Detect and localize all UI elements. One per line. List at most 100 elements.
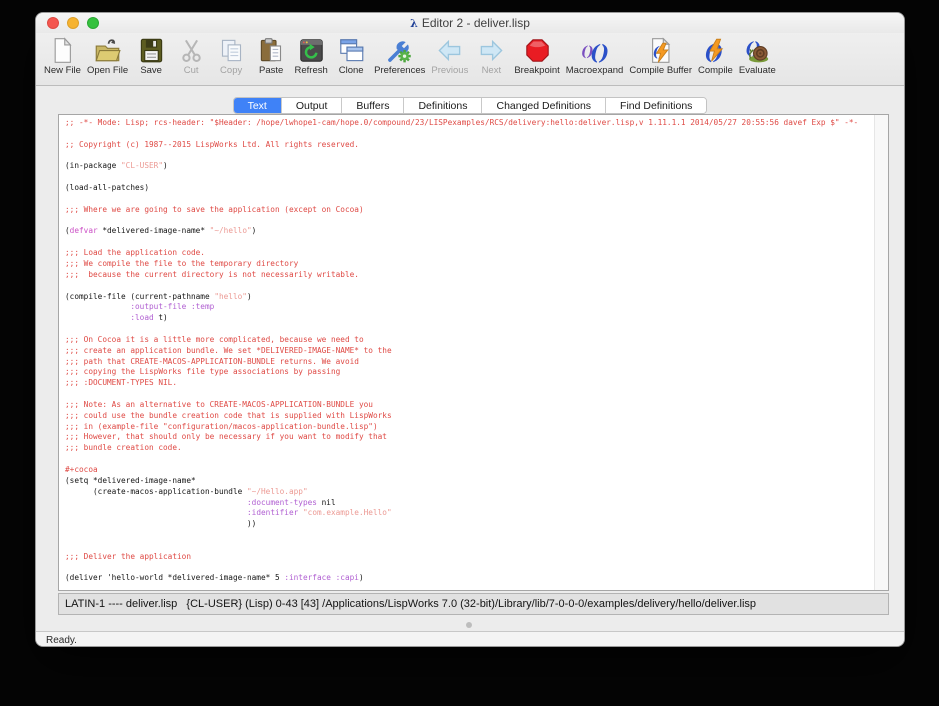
code-line: :load t) bbox=[65, 313, 168, 323]
tab-changed-definitions[interactable]: Changed Definitions bbox=[482, 98, 607, 113]
toolbar-button-label: Copy bbox=[220, 65, 243, 76]
toolbar-button-paste[interactable]: Paste bbox=[254, 37, 288, 76]
code-line: ;;; Note: As an alternative to CREATE-MA… bbox=[65, 399, 373, 409]
toolbar-button-clone[interactable]: Clone bbox=[334, 37, 368, 76]
toolbar-button-label: Cut bbox=[183, 65, 199, 76]
toolbar-button-new-file[interactable]: New File bbox=[44, 37, 81, 76]
code-line: (defvar *delivered-image-name* "~/hello"… bbox=[65, 226, 257, 236]
toolbar-button-breakpoint[interactable]: Breakpoint bbox=[514, 37, 560, 76]
code-line: ;;; because the current directory is not… bbox=[65, 269, 359, 279]
tab-segmented-control: Text Output Buffers Definitions Changed Defi… bbox=[232, 97, 708, 114]
toolbar-button-compile-buffer[interactable]: ()Compile Buffer bbox=[629, 37, 692, 76]
compile-buffer-icon: () bbox=[647, 37, 674, 64]
toolbar-button-evaluate[interactable]: () Evaluate bbox=[739, 37, 776, 76]
toolbar-button-open-file[interactable]: Open File bbox=[87, 37, 128, 76]
toolbar-button-cut: Cut bbox=[174, 37, 208, 76]
toolbar-button-label: Open File bbox=[86, 65, 129, 76]
toolbar: New File Open File Save Cut Copy Paste Refresh… bbox=[36, 33, 904, 86]
toolbar-button-label: Clone bbox=[338, 65, 364, 76]
clone-icon bbox=[338, 37, 365, 64]
tab-definitions[interactable]: Definitions bbox=[404, 98, 483, 113]
toolbar-button-label: Save bbox=[140, 65, 162, 76]
minimize-button[interactable] bbox=[67, 17, 79, 29]
next-icon bbox=[478, 37, 505, 64]
toolbar-button-label: Macroexpand bbox=[565, 65, 624, 76]
status-bar: LATIN-1 ---- deliver.lisp {CL-USER} (Lis… bbox=[58, 593, 889, 615]
toolbar-button-label: Previous bbox=[431, 65, 469, 76]
new-file-icon bbox=[49, 37, 76, 64]
editor-window: λ Editor 2 - deliver.lisp New File Open F… bbox=[35, 12, 905, 647]
lambda-icon: λ bbox=[410, 16, 418, 30]
code-line: (compile-file (current-pathname "hello") bbox=[65, 291, 252, 301]
toolbar-button-label: Evaluate bbox=[738, 65, 776, 76]
open-file-icon bbox=[94, 37, 121, 64]
code-line: ;;; We compile the file to the temporary… bbox=[65, 258, 299, 268]
toolbar-button-refresh[interactable]: Refresh bbox=[294, 37, 328, 76]
code-line: ;;; bundle creation code. bbox=[65, 443, 182, 453]
code-line: (load-all-patches) bbox=[65, 183, 149, 193]
toolbar-button-label: Next bbox=[481, 65, 502, 76]
save-icon bbox=[138, 37, 165, 64]
evaluate-icon: () bbox=[744, 37, 771, 64]
toolbar-button-save[interactable]: Save bbox=[134, 37, 168, 76]
refresh-icon bbox=[298, 37, 325, 64]
code-line: ;;; On Cocoa it is a little more complic… bbox=[65, 334, 364, 344]
compile-icon: () bbox=[702, 37, 729, 64]
vertical-scrollbar[interactable] bbox=[874, 115, 888, 590]
code-line: ;;; copying the LispWorks file type asso… bbox=[65, 367, 341, 377]
toolbar-button-copy: Copy bbox=[214, 37, 248, 76]
copy-icon bbox=[218, 37, 245, 64]
previous-icon bbox=[436, 37, 463, 64]
toolbar-button-macroexpand[interactable]: ()() Macroexpand bbox=[565, 37, 624, 77]
toolbar-button-next: Next bbox=[474, 37, 508, 76]
code-line: (in-package "CL-USER") bbox=[65, 161, 168, 171]
toolbar-button-label: Compile Buffer bbox=[629, 65, 692, 76]
toolbar-button-preferences[interactable]: Preferences bbox=[374, 37, 425, 76]
code-line: ;;; create an application bundle. We set… bbox=[65, 345, 392, 355]
toolbar-button-label: Compile bbox=[698, 65, 733, 76]
tab-bar: Text Output Buffers Definitions Changed Defi… bbox=[36, 97, 904, 114]
code-line: (create-macos-application-bundle "~/Hell… bbox=[65, 486, 308, 496]
tab-find-definitions[interactable]: Find Definitions bbox=[606, 98, 707, 113]
zoom-button[interactable] bbox=[87, 17, 99, 29]
macroexpand-icon: ()() bbox=[581, 37, 608, 65]
echo-message: Ready. bbox=[46, 635, 77, 646]
close-button[interactable] bbox=[47, 17, 59, 29]
code-line: (deliver 'hello-world *delivered-image-n… bbox=[65, 573, 364, 583]
code-line: )) bbox=[65, 519, 257, 529]
toolbar-button-compile[interactable]: ()Compile bbox=[698, 37, 733, 76]
splitter-knob[interactable] bbox=[466, 622, 472, 628]
tab-buffers[interactable]: Buffers bbox=[342, 98, 405, 113]
toolbar-button-previous: Previous bbox=[431, 37, 468, 76]
code-line: ;;; Load the application code. bbox=[65, 248, 205, 258]
traffic-lights bbox=[47, 17, 99, 29]
toolbar-button-label: Paste bbox=[258, 65, 284, 76]
code-editor[interactable]: ;; -*- Mode: Lisp; rcs-header: "$Header:… bbox=[59, 115, 888, 590]
code-line: ;;; path that CREATE-MACOS-APPLICATION-B… bbox=[65, 356, 359, 366]
breakpoint-icon bbox=[524, 37, 551, 64]
title-bar[interactable]: λ Editor 2 - deliver.lisp bbox=[36, 13, 904, 33]
code-line: ;;; Deliver the application bbox=[65, 551, 191, 561]
tab-text[interactable]: Text bbox=[233, 98, 282, 113]
toolbar-button-label: Refresh bbox=[294, 65, 328, 76]
toolbar-button-label: Breakpoint bbox=[514, 65, 560, 76]
code-line: ;;; in (example-file "configuration/maco… bbox=[65, 421, 378, 431]
code-line: ;; Copyright (c) 1987--2015 LispWorks Lt… bbox=[65, 139, 359, 149]
code-line: :identifier "com.example.Hello" bbox=[246, 508, 392, 518]
editor-panel: ;; -*- Mode: Lisp; rcs-header: "$Header:… bbox=[58, 114, 889, 591]
toolbar-button-label: New File bbox=[44, 65, 81, 76]
code-line: ;;; :DOCUMENT-TYPES NIL. bbox=[65, 378, 177, 388]
cut-icon bbox=[178, 37, 205, 64]
tab-output[interactable]: Output bbox=[281, 98, 343, 113]
